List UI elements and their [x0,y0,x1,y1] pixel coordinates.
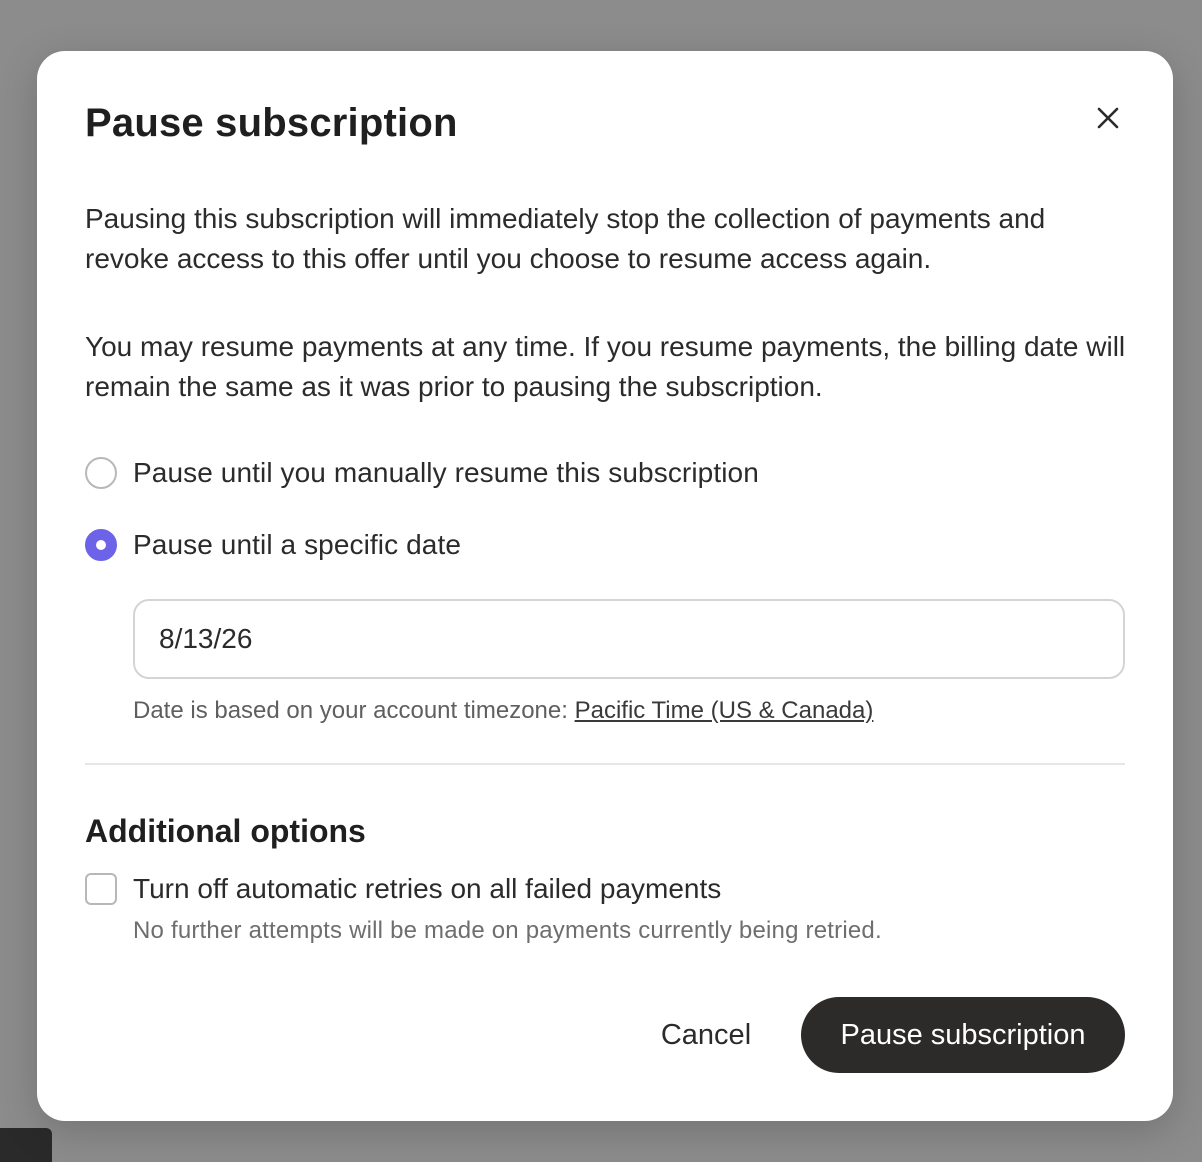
retries-help-text: No further attempts will be made on paym… [133,917,882,944]
retries-checkbox[interactable] [85,873,117,905]
retries-option[interactable]: Turn off automatic retries on all failed… [85,873,721,905]
additional-options-title: Additional options [85,813,366,849]
radio-manual-resume[interactable] [85,457,117,489]
pause-date-input[interactable] [133,599,1125,679]
pause-subscription-button[interactable]: Pause subscription [801,997,1125,1073]
cancel-button[interactable]: Cancel [621,997,791,1073]
pause-subscription-modal: Pause subscription Pausing this subscrip… [37,51,1173,1121]
radio-label-manual: Pause until you manually resume this sub… [133,457,759,488]
timezone-link[interactable]: Pacific Time (US & Canada) [575,697,874,724]
timezone-note-prefix: Date is based on your account timezone: [133,697,575,724]
modal-description-pause: Pausing this subscription will immediate… [85,203,1046,274]
section-divider [85,763,1125,765]
radio-label-specific-date: Pause until a specific date [133,529,462,560]
radio-specific-date[interactable] [85,529,117,561]
retries-checkbox-label: Turn off automatic retries on all failed… [133,873,722,904]
modal-title: Pause subscription [85,101,458,145]
timezone-note: Date is based on your account timezone: … [133,697,873,725]
pause-option-specific-date[interactable]: Pause until a specific date [85,529,461,561]
close-button[interactable] [1093,103,1123,133]
modal-description-resume: You may resume payments at any time. If … [85,331,1126,402]
close-icon [1097,107,1119,129]
pause-option-manual[interactable]: Pause until you manually resume this sub… [85,457,759,489]
backdrop-corner-element [0,1128,52,1162]
